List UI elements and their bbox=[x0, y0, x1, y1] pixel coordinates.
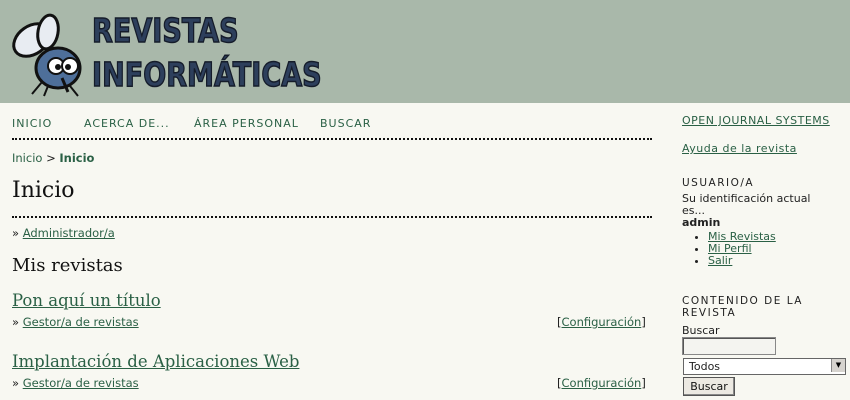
search-button[interactable]: Buscar bbox=[683, 377, 735, 396]
breadcrumb-home-link[interactable]: Inicio bbox=[12, 151, 42, 165]
nav-item-buscar[interactable]: BUSCAR bbox=[320, 117, 371, 130]
journal-help-link[interactable]: Ayuda de la revista bbox=[682, 142, 797, 155]
breadcrumb: Inicio > Inicio bbox=[12, 151, 94, 165]
search-scope-value: Todos bbox=[689, 360, 721, 373]
admin-role-link[interactable]: Administrador/a bbox=[23, 226, 115, 240]
journal-title-link[interactable]: Pon aquí un título bbox=[12, 291, 161, 310]
search-input[interactable] bbox=[682, 337, 776, 355]
bullet: » bbox=[12, 376, 20, 390]
journal-content-heading: CONTENIDO DE LA REVISTA bbox=[682, 295, 803, 319]
page-title: Inicio bbox=[12, 178, 75, 203]
username: admin bbox=[682, 216, 721, 229]
user-heading: USUARIO/A bbox=[682, 177, 755, 189]
search-scope-select[interactable]: Todos ▼ bbox=[683, 358, 846, 375]
nav-item-inicio[interactable]: INICIO bbox=[12, 117, 52, 130]
journal-role-row: » Gestor/a de revistas bbox=[12, 315, 139, 329]
journal-manager-link[interactable]: Gestor/a de revistas bbox=[23, 315, 139, 329]
title-divider bbox=[12, 216, 652, 218]
admin-role-row: » Administrador/a bbox=[12, 226, 115, 240]
logout-link[interactable]: Salir bbox=[708, 254, 732, 267]
nav-divider bbox=[12, 138, 652, 140]
journal-role-row: » Gestor/a de revistas bbox=[12, 376, 139, 390]
breadcrumb-current: Inicio bbox=[59, 151, 95, 165]
logo-text-line2: INFORMÁTICAS bbox=[91, 55, 322, 94]
site-header: REVISTAS INFORMÁTICAS bbox=[0, 0, 850, 103]
bullet: » bbox=[12, 315, 20, 329]
journal-config-link[interactable]: Configuración bbox=[562, 376, 642, 390]
ojs-link[interactable]: OPEN JOURNAL SYSTEMS bbox=[682, 114, 830, 127]
user-menu: Mis Revistas Mi Perfil Salir bbox=[694, 231, 776, 267]
journal-title-link[interactable]: Implantación de Aplicaciones Web bbox=[12, 352, 299, 371]
user-description: Su identificación actual es... bbox=[682, 192, 811, 217]
search-label: Buscar bbox=[682, 324, 720, 337]
logo-text-line1: REVISTAS bbox=[91, 11, 239, 50]
chevron-down-icon[interactable]: ▼ bbox=[831, 359, 845, 372]
journal-config: [Configuración] bbox=[557, 376, 646, 390]
breadcrumb-separator: > bbox=[46, 151, 56, 165]
journal-manager-link[interactable]: Gestor/a de revistas bbox=[23, 376, 139, 390]
journal-config-link[interactable]: Configuración bbox=[562, 315, 642, 329]
fly-mascot-icon bbox=[12, 13, 82, 97]
nav-item-acerca[interactable]: ACERCA DE... bbox=[84, 117, 170, 130]
nav-item-area-personal[interactable]: ÁREA PERSONAL bbox=[194, 117, 299, 130]
user-menu-item: Salir bbox=[708, 255, 776, 267]
bullet: » bbox=[12, 226, 20, 240]
journal-config: [Configuración] bbox=[557, 315, 646, 329]
my-journals-heading: Mis revistas bbox=[12, 255, 123, 276]
